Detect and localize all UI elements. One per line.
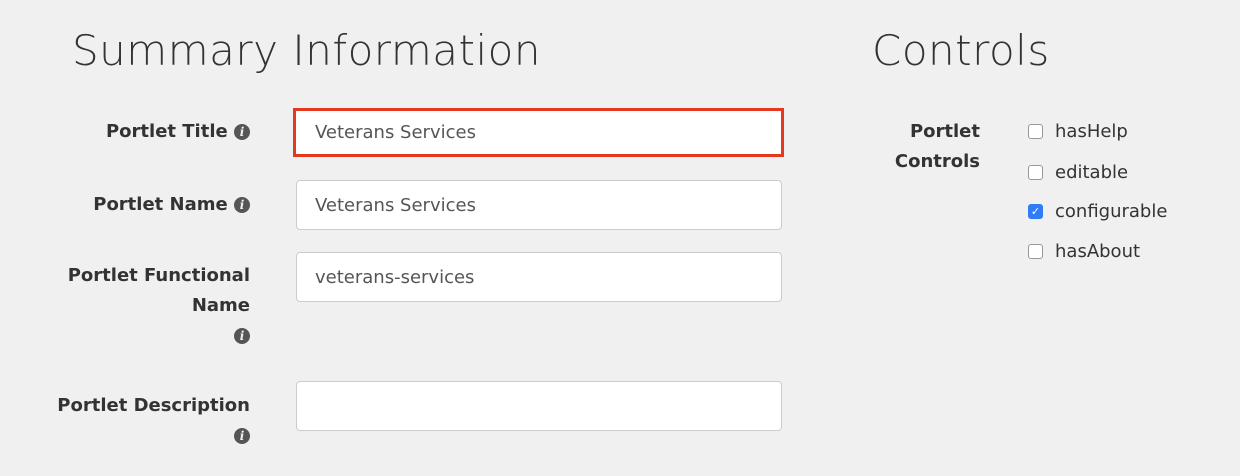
portlet-controls-label: Portlet Controls	[860, 117, 980, 177]
info-icon[interactable]: i	[234, 328, 250, 344]
portlet-title-label: Portlet Title i	[30, 117, 250, 147]
hashelp-checkbox-row[interactable]: hasHelp	[1028, 118, 1128, 144]
hashelp-checkbox[interactable]	[1028, 123, 1043, 139]
controls-heading: Controls	[872, 26, 1050, 75]
portlet-title-input[interactable]	[293, 108, 784, 157]
summary-information-heading: Summary Information	[72, 26, 541, 75]
portlet-description-label: Portlet Description i	[30, 391, 250, 451]
portlet-name-label-text: Portlet Name	[93, 194, 228, 215]
portlet-description-label-text: Portlet Description	[57, 395, 250, 416]
portlet-name-input[interactable]	[296, 180, 782, 230]
portlet-title-label-text: Portlet Title	[105, 121, 228, 142]
configurable-checkbox-row[interactable]: ✓ configurable	[1028, 198, 1167, 224]
hashelp-label: hasHelp	[1055, 120, 1128, 142]
info-icon[interactable]: i	[234, 428, 250, 444]
portlet-functional-name-label-line2: Name	[191, 295, 250, 316]
hasabout-checkbox[interactable]	[1028, 243, 1043, 259]
portlet-controls-label-line2: Controls	[894, 151, 980, 172]
portlet-functional-name-label: Portlet Functional Name i	[30, 261, 250, 351]
info-icon[interactable]: i	[234, 124, 250, 140]
portlet-description-input[interactable]	[296, 381, 782, 431]
portlet-controls-label-line1: Portlet	[909, 121, 980, 142]
checkmark-icon: ✓	[1030, 204, 1041, 218]
portlet-functional-name-input[interactable]	[296, 252, 782, 302]
configurable-label: configurable	[1055, 200, 1168, 222]
hasabout-label: hasAbout	[1055, 240, 1141, 262]
portlet-functional-name-label-line1: Portlet Functional	[67, 265, 250, 286]
portlet-settings-panel: Summary Information Portlet Title i Port…	[0, 0, 1240, 476]
info-icon[interactable]: i	[234, 197, 250, 213]
editable-checkbox-row[interactable]: editable	[1028, 159, 1128, 185]
configurable-checkbox[interactable]: ✓	[1028, 203, 1043, 219]
editable-label: editable	[1055, 161, 1129, 183]
hasabout-checkbox-row[interactable]: hasAbout	[1028, 238, 1140, 264]
editable-checkbox[interactable]	[1028, 164, 1043, 180]
portlet-name-label: Portlet Name i	[30, 190, 250, 220]
